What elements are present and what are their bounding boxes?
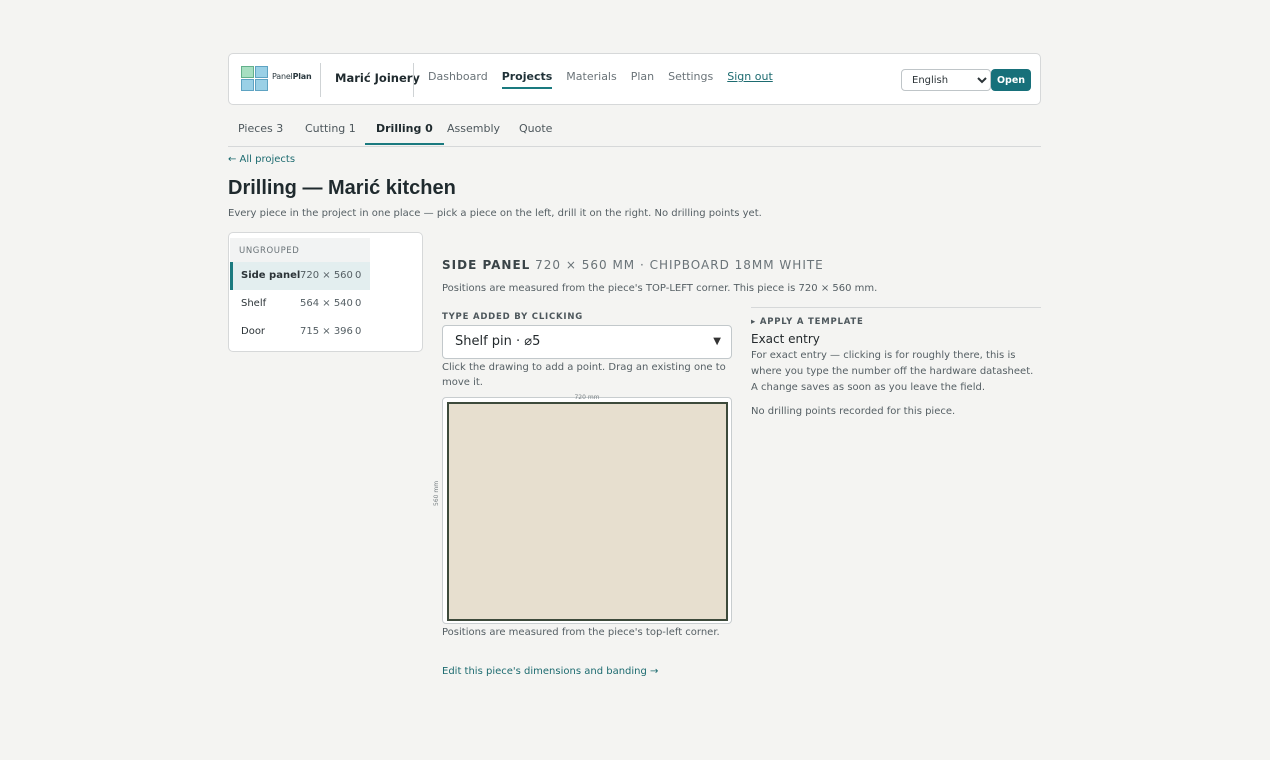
measure-note: Positions are measured from the piece's … <box>442 283 878 294</box>
nav-settings[interactable]: Settings <box>668 70 713 89</box>
tab-pieces[interactable]: Pieces 3 <box>238 122 283 143</box>
tab-assembly[interactable]: Assembly <box>447 122 500 143</box>
apply-template-toggle[interactable]: ▸ APPLY A TEMPLATE <box>751 317 864 327</box>
drill-type-select[interactable]: Shelf pin · ⌀5 ▼ <box>442 325 732 359</box>
piece-name: Side panel <box>241 270 301 281</box>
list-item[interactable]: Side panel 720 × 560 0 <box>230 262 370 290</box>
piece-point-count: 0 <box>355 298 362 309</box>
drilling-canvas[interactable]: 720 mm 560 mm <box>433 394 732 624</box>
page-subtitle: Every piece in the project in one place … <box>228 208 762 219</box>
type-label: TYPE ADDED BY CLICKING <box>442 312 584 322</box>
tab-drilling[interactable]: Drilling 0 <box>365 122 444 145</box>
chevron-down-icon: ▼ <box>713 336 721 347</box>
piece-name: Door <box>241 326 266 337</box>
piece-list: UNGROUPED Side panel 720 × 560 0 Shelf 5… <box>228 232 423 352</box>
piece-drawing[interactable] <box>447 402 728 621</box>
exact-entry-help: For exact entry — clicking is for roughl… <box>751 350 1034 393</box>
piece-point-count: 0 <box>355 270 362 281</box>
drill-type-value: Shelf pin · ⌀5 <box>455 334 541 349</box>
height-dimension: 560 mm <box>433 480 440 506</box>
divider <box>751 307 1041 308</box>
piece-point-count: 0 <box>355 326 362 337</box>
group-header: UNGROUPED <box>230 238 370 262</box>
piece-name: Shelf <box>241 298 267 309</box>
piece-info: 720 × 560 MM · CHIPBOARD 18MM WHITE <box>535 258 824 272</box>
list-item[interactable]: Shelf 564 × 540 0 <box>230 290 370 318</box>
piece-title: SIDE PANEL <box>442 258 531 272</box>
canvas-note: Positions are measured from the piece's … <box>442 627 720 638</box>
divider <box>413 63 414 97</box>
business-name: Marić Joinery <box>335 71 420 85</box>
project-tabs: Pieces 3 Cutting 1 Drilling 0 Assembly Q… <box>228 116 1041 147</box>
page-title: Drilling — Marić kitchen <box>228 177 456 199</box>
apply-template-label: APPLY A TEMPLATE <box>759 317 864 327</box>
piece-dims: 720 × 560 <box>300 270 353 281</box>
exact-entry-heading: Exact entry <box>751 332 820 346</box>
tab-cutting[interactable]: Cutting 1 <box>305 122 356 143</box>
divider <box>320 63 321 97</box>
nav-projects[interactable]: Projects <box>501 70 553 89</box>
nav-plan[interactable]: Plan <box>631 70 654 89</box>
panelplan-logo-icon[interactable] <box>241 66 268 92</box>
edit-piece-link[interactable]: Edit this piece's dimensions and banding… <box>442 666 658 677</box>
width-dimension: 720 mm <box>574 394 600 401</box>
click-help: Click the drawing to add a point. Drag a… <box>442 362 726 388</box>
app-header: PanelPlan Marić Joinery Dashboard Projec… <box>228 53 1041 105</box>
piece-heading: SIDE PANEL 720 × 560 MM · CHIPBOARD 18MM… <box>442 258 824 272</box>
nav-materials[interactable]: Materials <box>566 70 616 89</box>
open-button[interactable]: Open <box>991 69 1031 91</box>
all-projects-link[interactable]: ← All projects <box>228 154 295 165</box>
tab-quote[interactable]: Quote <box>519 122 552 143</box>
list-item[interactable]: Door 715 × 396 0 <box>230 318 370 346</box>
piece-dims: 564 × 540 <box>300 298 353 309</box>
language-select[interactable]: English <box>901 69 991 91</box>
piece-dims: 715 × 396 <box>300 326 353 337</box>
main-nav: Dashboard Projects Materials Plan Settin… <box>428 70 787 89</box>
brand-name[interactable]: PanelPlan <box>272 72 312 81</box>
empty-state-text: No drilling points recorded for this pie… <box>751 406 956 417</box>
nav-dashboard[interactable]: Dashboard <box>428 70 488 89</box>
sign-out-link[interactable]: Sign out <box>727 70 773 89</box>
